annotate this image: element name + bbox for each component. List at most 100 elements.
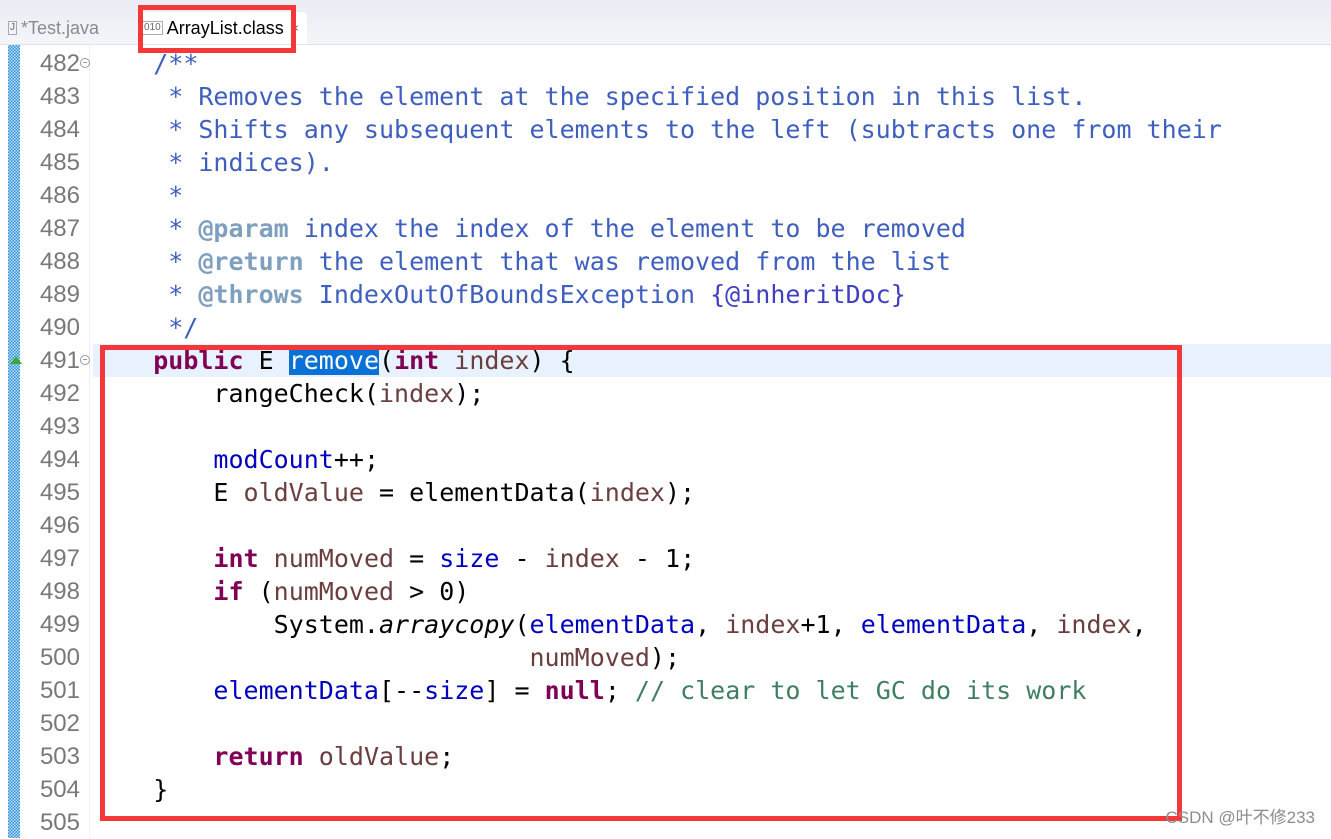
code-token: index: [544, 544, 620, 573]
code-text: * Shifts any subsequent elements to the …: [93, 113, 1222, 146]
code-token: int: [394, 346, 440, 375]
line-number: 499: [39, 611, 80, 638]
code-token: E: [243, 346, 289, 375]
code-line[interactable]: 485 * indices).: [0, 146, 1331, 179]
code-token: ++;: [333, 445, 379, 474]
code-line[interactable]: 492 rangeCheck(index);: [0, 377, 1331, 410]
line-number: 488: [39, 248, 80, 275]
code-text: * indices).: [93, 146, 334, 179]
tab-test-java[interactable]: J *Test.java: [8, 12, 99, 44]
code-token: );: [454, 379, 485, 408]
line-number: 504: [39, 776, 80, 803]
fold-toggle-icon[interactable]: −: [80, 58, 90, 68]
code-line[interactable]: 496: [0, 509, 1331, 542]
code-token: {@inheritDoc}: [710, 280, 906, 309]
code-text: E oldValue = elementData(index);: [93, 476, 695, 509]
line-number: 496: [39, 512, 80, 539]
code-line[interactable]: 491− public E remove(int index) {: [0, 344, 1331, 377]
code-token: System.: [93, 610, 379, 639]
code-token: oldValue: [318, 742, 440, 771]
code-token: arraycopy: [378, 610, 515, 639]
code-token: (: [379, 346, 395, 375]
code-token: size: [424, 676, 485, 705]
code-token: - 1;: [619, 544, 696, 573]
code-token: elementData: [860, 610, 1027, 639]
code-line[interactable]: 494 modCount++;: [0, 443, 1331, 476]
code-token: (: [514, 610, 530, 639]
code-text: numMoved);: [93, 641, 681, 674]
code-text: *: [93, 179, 183, 212]
code-line[interactable]: 501 elementData[--size] = null; // clear…: [0, 674, 1331, 707]
code-token: if: [213, 577, 244, 606]
line-number: 495: [39, 479, 80, 506]
code-token: );: [664, 478, 696, 507]
line-number: 497: [39, 545, 80, 572]
code-line[interactable]: 504 }: [0, 773, 1331, 806]
line-number: 487: [39, 215, 80, 242]
code-line[interactable]: 502: [0, 707, 1331, 740]
fold-toggle-icon[interactable]: −: [80, 355, 90, 365]
code-line[interactable]: 499 System.arraycopy(elementData, index+…: [0, 608, 1331, 641]
code-token: @throws: [198, 280, 304, 309]
code-token: ) {: [529, 346, 575, 375]
code-token: rangeCheck(: [93, 379, 379, 408]
code-line[interactable]: 493: [0, 410, 1331, 443]
code-line[interactable]: 503 return oldValue;: [0, 740, 1331, 773]
code-token: numMoved: [529, 643, 650, 672]
code-token: ,: [695, 610, 726, 639]
code-line[interactable]: 490 */: [0, 311, 1331, 344]
code-text: */: [93, 311, 198, 344]
line-number: 501: [39, 677, 80, 704]
line-number: 486: [39, 182, 80, 209]
close-tab-icon[interactable]: ×: [292, 21, 299, 35]
code-line[interactable]: 483 * Removes the element at the specifi…: [0, 80, 1331, 113]
code-token: oldValue: [243, 478, 364, 507]
code-line[interactable]: 484 * Shifts any subsequent elements to …: [0, 113, 1331, 146]
code-line[interactable]: 482− /**: [0, 47, 1331, 80]
code-token: */: [93, 313, 199, 342]
code-token: @param: [198, 214, 289, 243]
code-text: int numMoved = size - index - 1;: [93, 542, 695, 575]
code-line[interactable]: 486 *: [0, 179, 1331, 212]
code-line[interactable]: 500 numMoved);: [0, 641, 1331, 674]
line-number: 492: [39, 380, 80, 407]
code-token: ;: [439, 742, 455, 771]
line-number: 502: [39, 710, 80, 737]
code-text: * @return the element that was removed f…: [93, 245, 951, 278]
code-token: * Shifts any subsequent elements to the …: [93, 115, 1222, 144]
code-token: +1,: [800, 610, 861, 639]
code-line[interactable]: 488 * @return the element that was remov…: [0, 245, 1331, 278]
code-token: index: [589, 478, 665, 507]
code-line[interactable]: 505: [0, 806, 1331, 839]
line-number: 494: [39, 446, 80, 473]
code-line[interactable]: 489 * @throws IndexOutOfBoundsException …: [0, 278, 1331, 311]
code-line[interactable]: 497 int numMoved = size - index - 1;: [0, 542, 1331, 575]
line-number: 498: [39, 578, 80, 605]
tab-arraylist-class[interactable]: 010 ArrayList.class ×: [138, 12, 307, 44]
override-marker-icon[interactable]: [10, 356, 22, 364]
code-text: /**: [93, 47, 198, 80]
code-line[interactable]: 487 * @param index the index of the elem…: [0, 212, 1331, 245]
code-token: = elementData(: [363, 478, 590, 507]
code-token: index: [1056, 610, 1132, 639]
line-number: 505: [39, 809, 80, 836]
code-token: index: [454, 346, 530, 375]
code-token: index: [725, 610, 801, 639]
code-token: *: [93, 214, 199, 243]
code-line[interactable]: 495 E oldValue = elementData(index);: [0, 476, 1331, 509]
code-token: IndexOutOfBoundsException: [303, 280, 711, 309]
code-token: numMoved: [273, 544, 395, 573]
code-token: =: [394, 544, 440, 573]
tab-label: *Test.java: [21, 17, 100, 38]
code-token: *: [93, 247, 199, 276]
line-number: 484: [39, 116, 80, 143]
code-text: modCount++;: [93, 443, 379, 476]
line-number: 491: [39, 347, 80, 374]
code-line[interactable]: 498 if (numMoved > 0): [0, 575, 1331, 608]
